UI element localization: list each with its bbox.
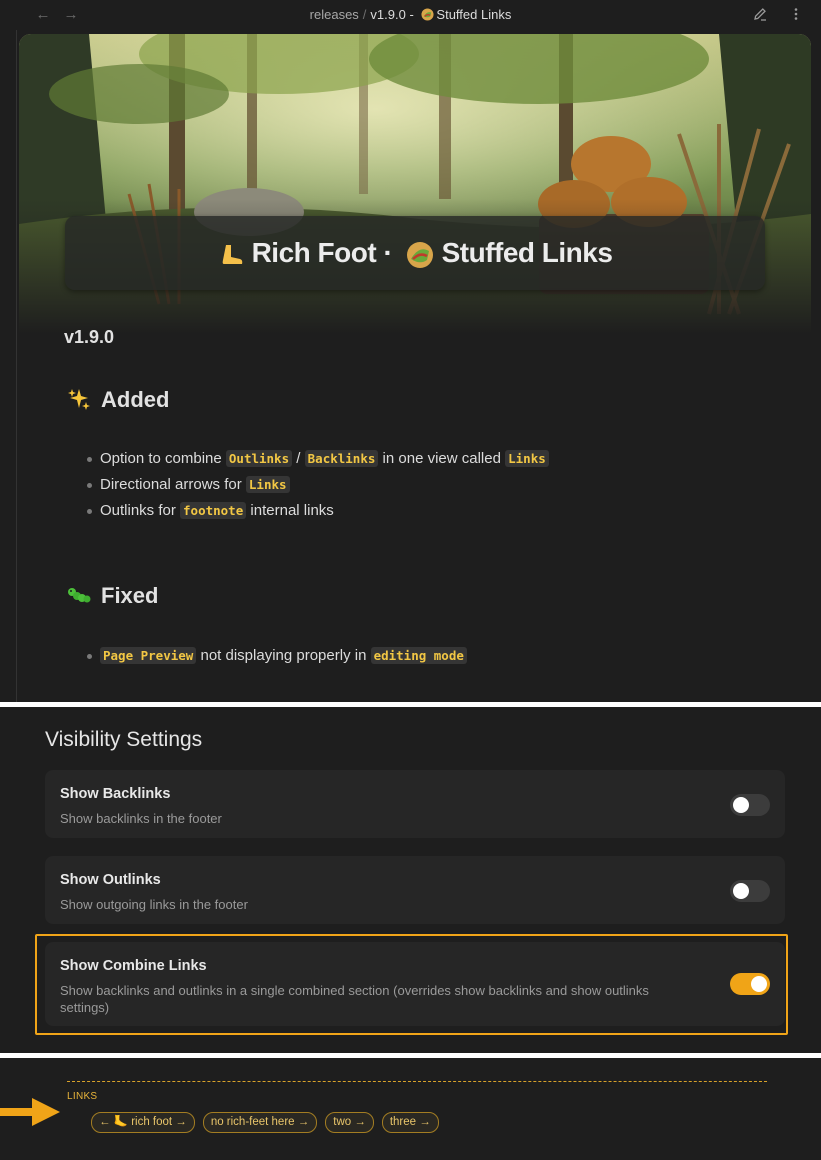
version-heading: v1.9.0 <box>64 327 115 347</box>
foot-icon <box>222 244 242 264</box>
setting-show-backlinks: Show Backlinks Show backlinks in the foo… <box>45 770 785 838</box>
show-backlinks-toggle[interactable] <box>730 794 770 816</box>
setting-description: Show outgoing links in the footer <box>60 897 248 912</box>
note-title-box: Rich Foot · Stuffed Links <box>65 216 765 290</box>
link-chip[interactable]: three → <box>381 1112 439 1133</box>
more-vertical-icon[interactable] <box>787 6 805 24</box>
list-item: Directional arrows for Links <box>87 472 549 498</box>
added-list: Option to combine Outlinks / Backlinks i… <box>87 446 549 524</box>
setting-name: Show Backlinks <box>60 786 171 802</box>
pencil-icon[interactable] <box>751 6 769 24</box>
note-view: Rich Foot · Stuffed Links v1.9.0 Added O… <box>16 30 821 702</box>
show-outlinks-toggle[interactable] <box>730 880 770 902</box>
arrow-right-icon <box>0 1098 60 1126</box>
link-chip[interactable]: two → <box>325 1112 374 1133</box>
breadcrumb-folder[interactable]: releases <box>310 7 359 22</box>
caterpillar-icon <box>68 588 91 603</box>
inline-code: Backlinks <box>304 450 379 467</box>
inline-code: Page Preview <box>100 647 197 664</box>
note-title: Rich Foot · Stuffed Links <box>65 216 765 290</box>
inline-code: Links <box>245 476 290 493</box>
sparkles-icon <box>68 389 90 410</box>
links-chips: ← 🦶 rich foot → no rich-feet here → two … <box>91 1112 439 1133</box>
links-divider <box>67 1081 767 1082</box>
breadcrumb-current[interactable]: Stuffed Links <box>436 7 511 22</box>
list-item: Option to combine Outlinks / Backlinks i… <box>87 446 549 472</box>
links-label: LINKS <box>67 1091 98 1102</box>
burrito-icon <box>421 8 434 21</box>
inline-code: Links <box>505 450 549 467</box>
fixed-list: Page Preview not displaying properly in … <box>87 643 467 669</box>
settings-heading: Visibility Settings <box>45 728 203 751</box>
fixed-heading: Fixed <box>67 583 158 609</box>
breadcrumb-file-version[interactable]: v1.9.0 - <box>370 7 413 22</box>
inline-code: Outlinks <box>225 450 293 467</box>
inline-code: editing mode <box>370 647 467 664</box>
added-heading: Added <box>67 387 169 413</box>
note-title-part2: Stuffed Links <box>441 237 613 268</box>
note-title-part1: Rich Foot · <box>251 237 393 268</box>
list-item: Page Preview not displaying properly in … <box>87 643 467 669</box>
setting-name: Show Outlinks <box>60 872 161 888</box>
link-chip[interactable]: no rich-feet here → <box>202 1112 318 1133</box>
link-chip[interactable]: ← 🦶 rich foot → <box>91 1112 195 1133</box>
inline-code: footnote <box>180 502 247 519</box>
title-bar: ← → releases / v1.9.0 - Stuffed Links <box>0 0 821 30</box>
list-item: Outlinks for footnote internal links <box>87 498 549 524</box>
highlight-frame <box>35 934 788 1035</box>
setting-description: Show backlinks in the footer <box>60 811 222 826</box>
divider <box>0 1053 821 1058</box>
setting-show-outlinks: Show Outlinks Show outgoing links in the… <box>45 856 785 924</box>
breadcrumb: releases / v1.9.0 - Stuffed Links <box>309 7 512 22</box>
burrito-icon <box>406 241 433 268</box>
divider <box>0 702 821 707</box>
